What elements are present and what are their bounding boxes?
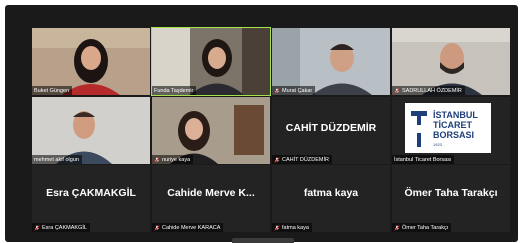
logo-line4: 1923 [433, 142, 443, 147]
participant-tile-buket[interactable]: Buket Güngen [32, 28, 150, 95]
participant-name: SADRULLAH ÖZDEMİR [402, 87, 462, 94]
participant-name: Funda Taşdemir [154, 87, 194, 94]
screenshot: Buket Güngen Funda Taşdemir Murat Çakar … [0, 0, 527, 243]
video-feed [152, 97, 270, 164]
participant-tile-mehmet[interactable]: mehmet akif olgun [32, 97, 150, 164]
logo-line1: İSTANBUL [433, 110, 478, 120]
istanbul-ticaret-borsasi-logo: İSTANBUL TİCARET BORSASI 1923 [405, 103, 491, 153]
video-feed [152, 28, 270, 95]
logo-line2: TİCARET [433, 120, 472, 130]
video-grid: Buket Güngen Funda Taşdemir Murat Çakar … [5, 5, 518, 242]
participant-name: Cahide Merve KARACA [162, 224, 221, 231]
display-name: CAHİT DÜZDEMİR [285, 122, 377, 134]
participant-name: Esra ÇAKMAKGİL [42, 224, 87, 231]
participant-tile-esra[interactable]: Esra ÇAKMAKGİL Esra ÇAKMAKGİL [32, 165, 150, 232]
muted-microphone-icon [274, 224, 280, 231]
display-name: fatma kaya [303, 187, 359, 199]
meeting-controls-bar[interactable] [232, 238, 294, 243]
display-name: Esra ÇAKMAKGİL [46, 187, 136, 199]
participant-name: CAHİT DÜZDEMİR [282, 156, 329, 163]
participant-name: nuriye kaya [162, 156, 191, 163]
participant-tile-sadrullah[interactable]: SADRULLAH ÖZDEMİR [392, 28, 510, 95]
participant-name: Buket Güngen [34, 87, 70, 94]
participant-tile-istanbul-ticaret-borsasi[interactable]: İSTANBUL TİCARET BORSASI 1923 İstanbul T… [392, 97, 510, 164]
participant-tile-cahit[interactable]: CAHİT DÜZDEMİR CAHİT DÜZDEMİR [272, 97, 390, 164]
logo-line3: BORSASI [433, 130, 474, 140]
participant-name: İstanbul Ticaret Borsası [394, 156, 452, 163]
name-label: SADRULLAH ÖZDEMİR [392, 86, 465, 95]
name-label: Funda Taşdemir [152, 86, 197, 95]
participant-name: Ömer Taha Tarakçı [402, 224, 449, 231]
muted-microphone-icon [274, 156, 280, 163]
participant-tile-fatma[interactable]: fatma kaya fatma kaya [272, 165, 390, 232]
name-label: fatma kaya [272, 223, 312, 232]
name-label: Ömer Taha Tarakçı [392, 223, 452, 232]
participant-tile-nuriye[interactable]: nuriye kaya [152, 97, 270, 164]
participant-name: Murat Çakar [282, 87, 313, 94]
muted-microphone-icon [154, 224, 160, 231]
participant-tile-funda[interactable]: Funda Taşdemir [151, 27, 271, 96]
participant-name: fatma kaya [282, 224, 309, 231]
muted-microphone-icon [154, 156, 160, 163]
name-label: İstanbul Ticaret Borsası [392, 155, 455, 164]
participant-name: mehmet akif olgun [34, 156, 79, 163]
name-label: CAHİT DÜZDEMİR [272, 155, 332, 164]
participant-tile-murat[interactable]: Murat Çakar [272, 28, 390, 95]
name-label: Buket Güngen [32, 86, 73, 95]
name-label: Esra ÇAKMAKGİL [32, 223, 90, 232]
muted-microphone-icon [394, 224, 400, 231]
muted-microphone-icon [274, 87, 280, 94]
name-label: Cahide Merve KARACA [152, 223, 224, 232]
name-label: Murat Çakar [272, 86, 316, 95]
muted-microphone-icon [394, 87, 400, 94]
participant-tile-omer[interactable]: Ömer Taha Tarakçı Ömer Taha Tarakçı [392, 165, 510, 232]
name-label: nuriye kaya [152, 155, 194, 164]
participant-tile-cahide[interactable]: Cahide Merve K... Cahide Merve KARACA [152, 165, 270, 232]
display-name: Ömer Taha Tarakçı [404, 187, 498, 199]
name-label: mehmet akif olgun [32, 155, 82, 164]
video-feed [32, 28, 150, 95]
video-feed [392, 28, 510, 95]
video-feed [272, 28, 390, 95]
video-feed [32, 97, 150, 164]
display-name: Cahide Merve K... [167, 187, 255, 199]
muted-microphone-icon [34, 224, 40, 231]
